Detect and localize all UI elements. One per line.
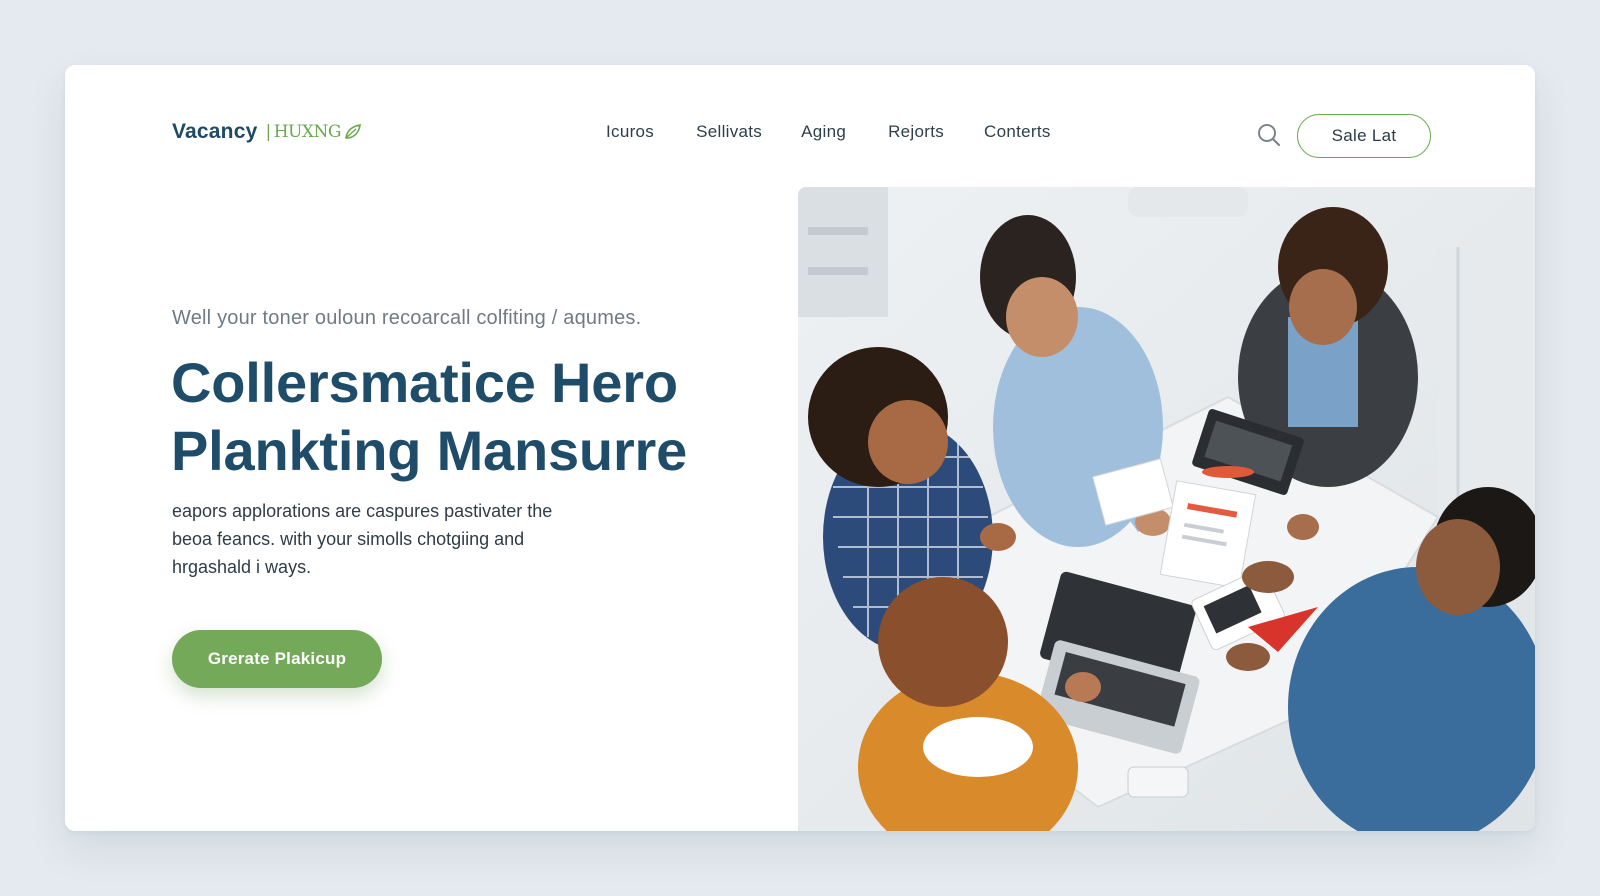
brand-mark: | HUXNG xyxy=(265,122,362,142)
team-meeting-illustration xyxy=(798,187,1535,831)
brand-name: Vacancy xyxy=(172,120,258,143)
headline-line-2: Plankting Mansurre xyxy=(171,419,688,482)
headline-line-1: Collersmatice Hero xyxy=(171,351,678,414)
brand-mark-text: HUXNG xyxy=(273,122,342,142)
body-line-3: hrgashald i ways. xyxy=(172,557,312,577)
sale-button[interactable]: Sale Lat xyxy=(1297,114,1431,158)
search-icon xyxy=(1258,124,1281,147)
hero-eyebrow: Well your toner ouloun recoarcall colfit… xyxy=(172,307,642,329)
hero-body: eapors applorations are caspures pastiva… xyxy=(172,497,642,581)
brand-divider: | xyxy=(265,122,271,142)
hero-headline: Collersmatice Hero Plankting Mansurre xyxy=(171,349,811,485)
nav-item-conterts[interactable]: Conterts xyxy=(984,122,1051,142)
brand-logo[interactable]: Vacancy | HUXNG xyxy=(172,120,363,144)
main-nav: Icuros Sellivats Aging Rejorts Conterts xyxy=(540,122,1051,142)
hero-card: Vacancy | HUXNG Icuros Sellivats Aging R… xyxy=(65,65,1535,831)
nav-item-icuros[interactable]: Icuros xyxy=(606,122,654,142)
nav-item-rejorts[interactable]: Rejorts xyxy=(888,122,944,142)
nav-item-sellivats[interactable]: Sellivats xyxy=(696,122,762,142)
hero-photo xyxy=(798,187,1535,831)
cta-button[interactable]: Grerate Plakicup xyxy=(172,630,382,688)
search-button[interactable] xyxy=(1255,121,1283,149)
nav-item-aging[interactable]: Aging xyxy=(801,122,846,142)
leaf-icon xyxy=(345,124,361,139)
body-line-1: eapors applorations are caspures pastiva… xyxy=(172,501,553,521)
body-line-2: beoa feancs. with your simolls chotgiing… xyxy=(172,529,525,549)
